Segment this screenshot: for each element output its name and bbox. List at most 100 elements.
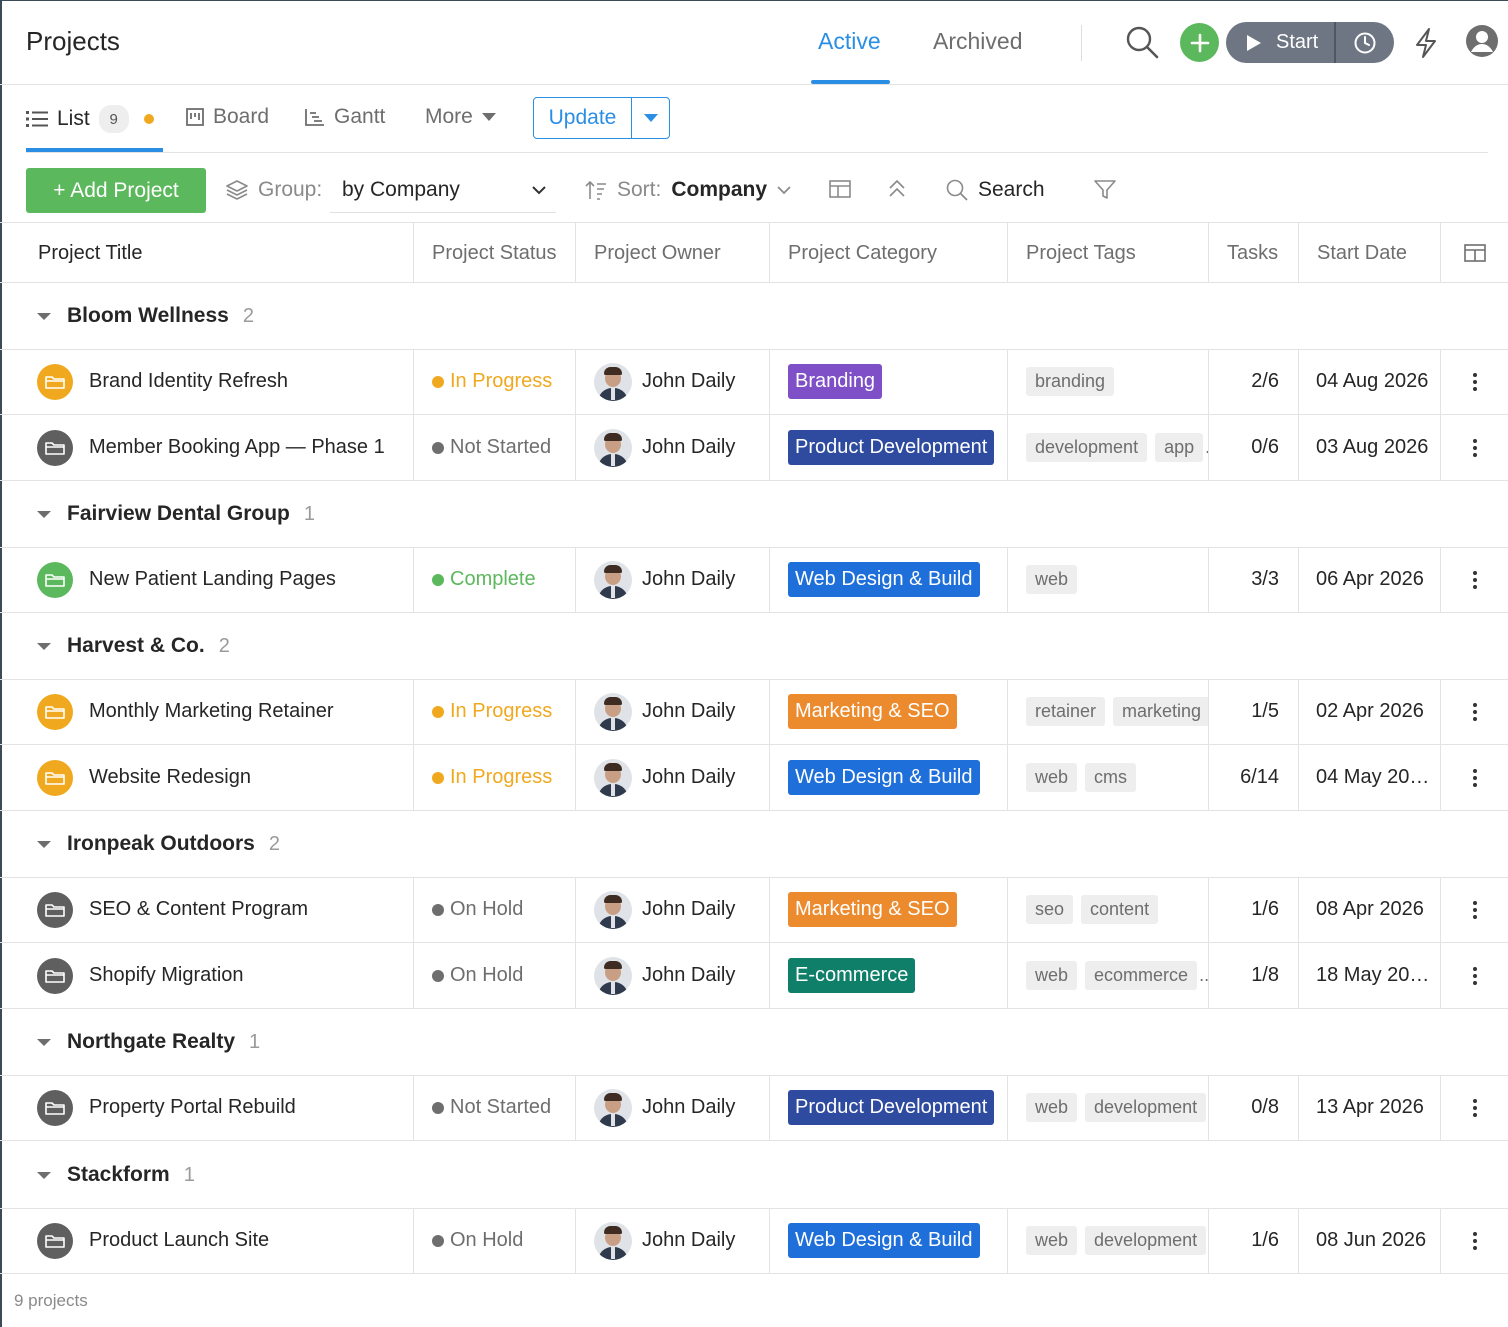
tab-active[interactable]: Active	[818, 28, 881, 55]
tags-cell[interactable]: webdevelopment.	[1007, 1075, 1208, 1140]
project-title[interactable]: New Patient Landing Pages	[89, 568, 336, 591]
category-cell[interactable]: Marketing & SEO	[769, 877, 1007, 942]
category-cell[interactable]: Web Design & Build	[769, 547, 1007, 612]
project-title-cell[interactable]: New Patient Landing Pages	[0, 547, 413, 612]
table-row[interactable]: Brand Identity Refresh In Progress John Da…	[0, 349, 1508, 415]
category-cell[interactable]: Marketing & SEO	[769, 679, 1007, 744]
row-menu-icon[interactable]	[1440, 349, 1508, 414]
collapse-caret-icon[interactable]	[37, 312, 51, 320]
tags-cell[interactable]: web cms	[1007, 745, 1208, 810]
start-date-cell[interactable]: 08 Apr 2026	[1298, 877, 1440, 942]
table-row[interactable]: Website Redesign In Progress John Daily Web…	[0, 745, 1508, 811]
tags-cell[interactable]: developmentapp..	[1007, 415, 1208, 480]
collapse-caret-icon[interactable]	[37, 510, 51, 518]
group-header[interactable]: Bloom Wellness 2	[0, 283, 1508, 350]
tags-cell[interactable]: retainer marketing	[1007, 679, 1208, 744]
status-cell[interactable]: On Hold	[413, 877, 575, 942]
owner-cell[interactable]: John Daily	[575, 943, 769, 1008]
status-cell[interactable]: In Progress	[413, 745, 575, 810]
search-icon[interactable]	[1123, 23, 1161, 61]
update-dropdown-icon[interactable]	[632, 98, 669, 138]
col-tasks[interactable]: Tasks	[1208, 223, 1298, 283]
project-title[interactable]: Member Booking App — Phase 1	[89, 436, 385, 459]
lightning-icon[interactable]	[1408, 24, 1444, 62]
project-title[interactable]: Brand Identity Refresh	[89, 370, 288, 393]
owner-cell[interactable]: John Daily	[575, 1075, 769, 1140]
owner-cell[interactable]: John Daily	[575, 679, 769, 744]
timer-start-button[interactable]: Start	[1226, 22, 1394, 63]
status-cell[interactable]: Not Started	[413, 1075, 575, 1140]
table-row[interactable]: Product Launch Site On Hold John Daily Web …	[0, 1208, 1508, 1274]
table-row[interactable]: Monthly Marketing Retainer In Progress Joh…	[0, 679, 1508, 745]
col-project-status[interactable]: Project Status	[413, 223, 575, 283]
owner-cell[interactable]: John Daily	[575, 1208, 769, 1273]
update-main[interactable]: Update	[534, 98, 632, 138]
status-cell[interactable]: Not Started	[413, 415, 575, 480]
add-project-button[interactable]: + Add Project	[26, 168, 206, 213]
start-date-cell[interactable]: 02 Apr 2026	[1298, 679, 1440, 744]
row-menu-icon[interactable]	[1440, 877, 1508, 942]
category-cell[interactable]: Web Design & Build	[769, 745, 1007, 810]
row-menu-icon[interactable]	[1440, 679, 1508, 744]
group-header[interactable]: Harvest & Co. 2	[0, 613, 1508, 680]
project-title[interactable]: Shopify Migration	[89, 964, 244, 987]
project-title-cell[interactable]: Brand Identity Refresh	[0, 349, 413, 414]
collapse-all-icon[interactable]	[888, 179, 906, 199]
view-tab-gantt[interactable]: Gantt	[305, 105, 385, 129]
collapse-caret-icon[interactable]	[37, 642, 51, 650]
row-menu-icon[interactable]	[1440, 1208, 1508, 1273]
owner-cell[interactable]: John Daily	[575, 745, 769, 810]
row-menu-icon[interactable]	[1440, 745, 1508, 810]
tags-cell[interactable]: webecommerce...	[1007, 943, 1208, 1008]
layout-icon[interactable]	[829, 180, 851, 198]
owner-cell[interactable]: John Daily	[575, 349, 769, 414]
project-title-cell[interactable]: Website Redesign	[0, 745, 413, 810]
category-cell[interactable]: E-commerce	[769, 943, 1007, 1008]
group-select[interactable]: by Company	[330, 168, 556, 213]
search-button[interactable]: Search	[946, 178, 1045, 202]
col-project-tags[interactable]: Project Tags	[1007, 223, 1208, 283]
category-cell[interactable]: Product Development	[769, 415, 1007, 480]
tags-cell[interactable]: seo content	[1007, 877, 1208, 942]
start-date-cell[interactable]: 06 Apr 2026	[1298, 547, 1440, 612]
project-title[interactable]: Property Portal Rebuild	[89, 1096, 296, 1119]
collapse-caret-icon[interactable]	[37, 1038, 51, 1046]
table-row[interactable]: New Patient Landing Pages Complete John Da…	[0, 547, 1508, 613]
start-date-cell[interactable]: 03 Aug 2026	[1298, 415, 1440, 480]
table-row[interactable]: Property Portal Rebuild Not Started John D…	[0, 1075, 1508, 1141]
update-button[interactable]: Update	[533, 97, 670, 139]
start-date-cell[interactable]: 13 Apr 2026	[1298, 1075, 1440, 1140]
view-tab-list[interactable]: List 9	[26, 105, 154, 133]
project-title-cell[interactable]: Product Launch Site	[0, 1208, 413, 1273]
tags-cell[interactable]: web	[1007, 547, 1208, 612]
project-title[interactable]: Monthly Marketing Retainer	[89, 700, 334, 723]
category-cell[interactable]: Product Development	[769, 1075, 1007, 1140]
tags-cell[interactable]: branding	[1007, 349, 1208, 414]
status-cell[interactable]: In Progress	[413, 349, 575, 414]
start-timer[interactable]: Start	[1226, 22, 1336, 63]
col-project-category[interactable]: Project Category	[769, 223, 1007, 283]
group-header[interactable]: Fairview Dental Group 1	[0, 481, 1508, 548]
status-cell[interactable]: Complete	[413, 547, 575, 612]
project-title-cell[interactable]: Member Booking App — Phase 1	[0, 415, 413, 480]
user-avatar-icon[interactable]	[1465, 24, 1499, 58]
row-menu-icon[interactable]	[1440, 943, 1508, 1008]
category-cell[interactable]: Branding	[769, 349, 1007, 414]
project-title-cell[interactable]: Monthly Marketing Retainer	[0, 679, 413, 744]
status-cell[interactable]: On Hold	[413, 943, 575, 1008]
col-project-owner[interactable]: Project Owner	[575, 223, 769, 283]
owner-cell[interactable]: John Daily	[575, 877, 769, 942]
row-menu-icon[interactable]	[1440, 547, 1508, 612]
group-header[interactable]: Ironpeak Outdoors 2	[0, 811, 1508, 878]
project-title-cell[interactable]: SEO & Content Program	[0, 877, 413, 942]
group-header[interactable]: Northgate Realty 1	[0, 1009, 1508, 1076]
col-start-date[interactable]: Start Date	[1298, 223, 1440, 283]
sort-control[interactable]: Sort: Company	[585, 178, 791, 202]
project-title[interactable]: Product Launch Site	[89, 1229, 269, 1252]
row-menu-icon[interactable]	[1440, 415, 1508, 480]
table-row[interactable]: Shopify Migration On Hold John Daily E-comm…	[0, 943, 1508, 1009]
view-tab-board[interactable]: Board	[186, 105, 269, 129]
owner-cell[interactable]: John Daily	[575, 415, 769, 480]
owner-cell[interactable]: John Daily	[575, 547, 769, 612]
filter-icon[interactable]	[1094, 180, 1116, 200]
